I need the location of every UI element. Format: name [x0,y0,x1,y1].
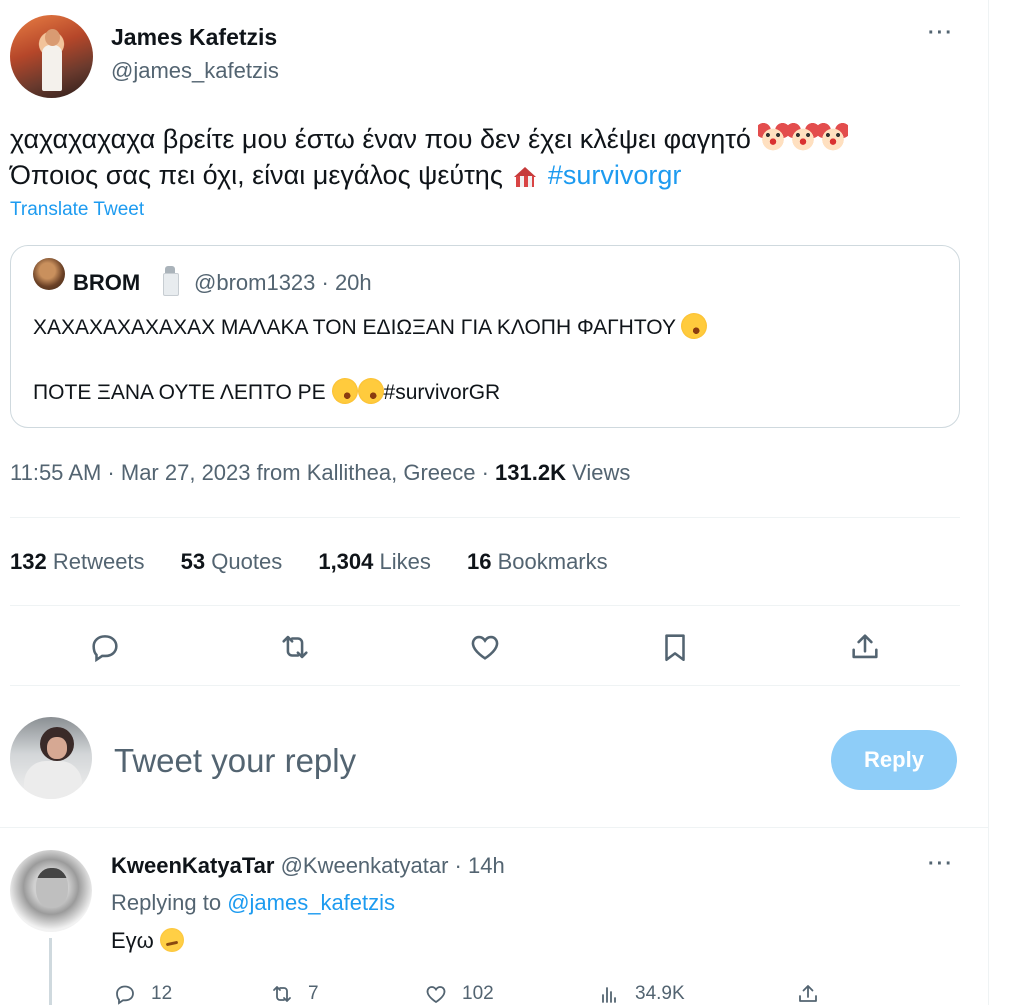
reply-handle-time[interactable]: @Kweenkatyatar · 14h [281,853,505,878]
reply-text: Εγω [111,928,184,954]
share-icon[interactable] [848,630,882,664]
stat-bookmarks[interactable]: 16 Bookmarks [467,549,608,575]
replying-to-label: Replying to [111,890,228,915]
reply-author-line: KweenKatyaTar @Kweenkatyatar · 14h [111,853,505,879]
more-horizontal-icon[interactable]: ··· [928,853,954,876]
column-border [988,0,989,1005]
views-count: 131.2K [495,460,566,485]
divider [10,517,960,518]
reply-share-action[interactable] [796,982,820,1005]
author-handle[interactable]: @james_kafetzis [111,58,279,84]
quoted-handle-time: @brom1323 · 20h [194,270,372,295]
quoted-author-name: BROM [73,270,141,295]
quoted-author-avatar [33,258,65,290]
quoted-line2-text: ΠΟΤΕ ΞΑΝΑ ΟΥΤΕ ΛΕΠΤΟ ΡΕ [33,381,326,404]
author-avatar[interactable] [10,15,93,98]
quoted-hashtag: #survivorGR [383,381,501,404]
like-count: 102 [462,983,494,1004]
views-icon [602,987,616,1003]
divider [10,605,960,606]
reply-views-action[interactable]: 34.9K [597,982,685,1005]
views-label: Views [566,460,631,485]
tweet-text-line2: Όποιος σας πει όχι, είναι μεγάλος ψεύτης [10,160,503,190]
quoted-text-line2: ΠΟΤΕ ΞΑΝΑ ΟΥΤΕ ΛΕΠΤΟ ΡΕ #survivorGR [33,373,501,409]
quoted-text-line1: ΧΑΧΑΧΑΧΑΧΑΧΑΧ ΜΑΛΑΚΑ ΤΟΝ ΕΔΙΩΞΑΝ ΓΙΑ ΚΛΟ… [33,308,712,344]
share-icon [799,985,817,1002]
tweet-timestamp: 11:55 AM · Mar 27, 2023 from Kallithea, … [10,460,630,486]
stat-likes[interactable]: 1,304 Likes [318,549,431,575]
clown-face-icon [818,123,849,153]
quoted-line1-text: ΧΑΧΑΧΑΧΑΧΑΧΑΧ ΜΑΛΑΚΑ ΤΟΝ ΕΔΙΩΞΑΝ ΓΙΑ ΚΛΟ… [33,316,676,339]
quoted-tweet-card[interactable]: BROM @brom1323 · 20h ΧΑΧΑΧΑΧΑΧΑΧΑΧ ΜΑΛΑΚ… [10,245,960,428]
divider [10,685,960,686]
reply-count: 12 [151,983,173,1004]
bookmark-icon[interactable] [658,630,692,664]
reply-icon [116,985,134,1005]
views-count-small: 34.9K [635,983,685,1004]
reply-button[interactable]: Reply [831,730,957,790]
stat-retweets[interactable]: 132 Retweets [10,549,145,575]
reply-icon[interactable] [88,630,122,664]
retweet-icon [273,986,291,1002]
stat-quotes[interactable]: 53 Quotes [181,549,283,575]
tweet-text: χαχαχαχαχα βρείτε μου έστω έναν που δεν … [10,121,849,193]
smirking-face-icon [159,928,184,952]
like-icon[interactable] [468,630,502,664]
reply-like-action[interactable]: 102 [424,982,494,1005]
author-name[interactable]: James Kafetzis [111,24,277,51]
retweet-count: 7 [308,983,319,1004]
replying-to-handle-link[interactable]: @james_kafetzis [227,890,395,915]
clown-face-icon [758,123,789,153]
retweet-icon[interactable] [278,630,312,664]
reply-author-name[interactable]: KweenKatyaTar [111,853,274,878]
current-user-avatar[interactable] [10,717,92,799]
engagement-stats: 132 Retweets 53 Quotes 1,304 Likes 16 Bo… [10,549,638,575]
clown-face-icon [788,123,819,153]
like-icon [426,986,446,1004]
hashtag-link[interactable]: #survivorgr [548,160,682,190]
reply-author-avatar[interactable] [10,850,92,932]
tweet-text-line1: χαχαχαχαχα βρείτε μου έστω έναν που δεν … [10,124,751,154]
reply-reply-action[interactable]: 12 [113,982,172,1005]
translate-tweet-link[interactable]: Translate Tweet [10,199,144,221]
timestamp-text[interactable]: 11:55 AM · Mar 27, 2023 from Kallithea, … [10,460,495,485]
replying-to: Replying to @james_kafetzis [111,890,395,916]
salt-shaker-icon [161,266,179,296]
more-horizontal-icon[interactable]: ··· [928,22,954,45]
reply-text-content: Εγω [111,928,154,953]
reply-retweet-action[interactable]: 7 [270,982,319,1005]
circus-tent-icon [510,159,541,189]
reply-input[interactable]: Tweet your reply [114,742,356,780]
rofl-icon [677,308,712,344]
rofl-icon [327,373,362,409]
thread-line [49,938,52,1005]
divider [0,827,988,828]
